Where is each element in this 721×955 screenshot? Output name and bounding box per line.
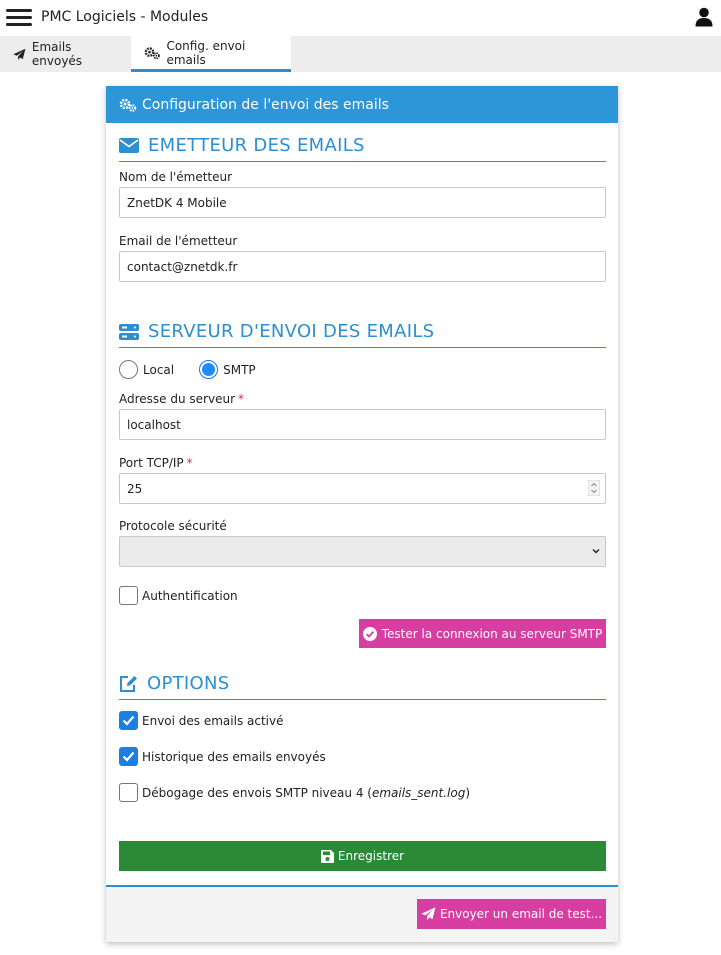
tab-bar: Emails envoyés Config. envoi emails — [0, 36, 721, 72]
port-label: Port TCP/IP * — [119, 456, 193, 470]
radio-local-label: Local — [143, 362, 175, 377]
app-title: PMC Logiciels - Modules — [41, 9, 209, 25]
checkmark-icon — [122, 715, 135, 726]
server-address-input[interactable] — [119, 409, 606, 440]
section-server-label: SERVEUR D'ENVOI DES EMAILS — [148, 321, 435, 342]
checkmark-icon — [122, 751, 135, 762]
test-smtp-connection-button[interactable]: Tester la connexion au serveur SMTP — [359, 619, 606, 648]
edit-icon — [120, 675, 137, 692]
gears-icon — [144, 46, 160, 59]
section-sender-label: EMETTEUR DES EMAILS — [148, 135, 365, 156]
emails-enabled-label: Envoi des emails activé — [142, 713, 284, 728]
radio-local[interactable] — [119, 360, 138, 379]
save-button-label: Enregistrer — [337, 849, 405, 863]
auth-checkbox[interactable] — [119, 586, 138, 605]
history-label: Historique des emails envoyés — [142, 749, 326, 764]
sender-name-label: Nom de l'émetteur — [119, 170, 233, 184]
history-checkbox-row: Historique des emails envoyés — [119, 747, 326, 766]
user-icon[interactable] — [695, 7, 713, 27]
auth-checkbox-row: Authentification — [119, 586, 238, 605]
protocol-select[interactable] — [119, 536, 606, 567]
send-test-label: Envoyer un email de test... — [439, 907, 603, 921]
section-server-title: SERVEUR D'ENVOI DES EMAILS — [119, 321, 606, 348]
card-header: Configuration de l'envoi des emails — [106, 86, 618, 123]
sender-name-input[interactable] — [119, 187, 606, 218]
tab-config-emails[interactable]: Config. envoi emails — [131, 36, 291, 72]
radio-smtp-label: SMTP — [223, 362, 256, 377]
debug-checkbox[interactable] — [119, 783, 138, 802]
emails-enabled-checkbox[interactable] — [119, 711, 138, 730]
floppy-disk-icon — [320, 849, 334, 863]
chevron-down-icon — [592, 549, 600, 554]
enabled-checkbox-row: Envoi des emails activé — [119, 711, 283, 730]
radio-smtp[interactable] — [199, 360, 219, 379]
card-title: Configuration de l'envoi des emails — [142, 96, 389, 113]
card-footer: Envoyer un email de test... — [106, 885, 618, 942]
tab-label: Emails envoyés — [31, 40, 83, 68]
send-test-email-button[interactable]: Envoyer un email de test... — [417, 899, 606, 929]
top-bar: PMC Logiciels - Modules — [0, 0, 721, 36]
config-card: Configuration de l'envoi des emails EMET… — [106, 86, 618, 942]
server-type-radios: Local SMTP — [119, 360, 281, 379]
menu-icon[interactable] — [6, 6, 32, 30]
server-address-label: Adresse du serveur * — [119, 392, 244, 406]
debug-label-prefix: Débogage des envois SMTP niveau 4 ( — [142, 785, 372, 800]
sender-email-label: Email de l'émetteur — [119, 234, 238, 248]
port-field — [119, 473, 606, 504]
debug-label: Débogage des envois SMTP niveau 4 (email… — [142, 786, 470, 800]
required-mark: * — [238, 392, 244, 406]
protocol-label: Protocole sécurité — [119, 519, 227, 533]
tab-emails-sent[interactable]: Emails envoyés — [0, 36, 131, 72]
envelope-icon — [119, 138, 139, 153]
section-options-label: OPTIONS — [147, 673, 230, 694]
server-icon — [119, 323, 139, 340]
required-mark: * — [186, 456, 193, 470]
tab-label: Config. envoi emails — [166, 38, 246, 67]
section-options-title: OPTIONS — [119, 673, 606, 700]
paper-plane-icon — [421, 907, 436, 921]
sender-email-input[interactable] — [119, 251, 606, 282]
spinner-arrows-icon[interactable] — [588, 480, 600, 496]
section-sender-title: EMETTEUR DES EMAILS — [119, 135, 606, 162]
debug-checkbox-row: Débogage des envois SMTP niveau 4 (email… — [119, 783, 470, 802]
history-checkbox[interactable] — [119, 747, 138, 766]
port-input[interactable] — [119, 473, 606, 504]
check-circle-icon — [362, 626, 377, 641]
port-label-text: Port TCP/IP — [119, 456, 184, 470]
save-button[interactable]: Enregistrer — [119, 841, 606, 871]
paper-plane-icon — [13, 48, 26, 60]
debug-label-suffix: ) — [465, 785, 471, 800]
test-button-label: Tester la connexion au serveur SMTP — [381, 626, 603, 641]
gears-icon — [119, 98, 137, 112]
auth-label: Authentification — [142, 588, 238, 603]
server-address-label-text: Adresse du serveur — [119, 392, 235, 406]
debug-log-filename: emails_sent.log — [371, 785, 466, 800]
